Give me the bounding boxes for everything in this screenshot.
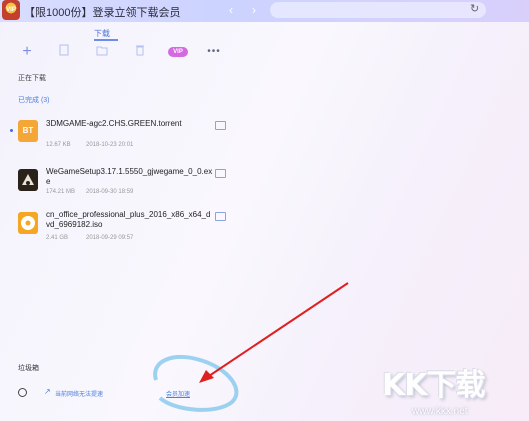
trash-icon bbox=[136, 45, 144, 56]
tab-download[interactable]: 下载 bbox=[94, 28, 110, 39]
toolbar: + VIP ••• bbox=[0, 44, 252, 62]
file-name: WeGameSetup3.17.1.5550_gjwegame_0_0.exe bbox=[46, 167, 213, 186]
download-panel: 下载 + VIP ••• 正在下载 已完成 (3) BT 3DMGAME-agc… bbox=[0, 22, 252, 421]
bt-icon: BT bbox=[18, 120, 38, 142]
download-manager-window: VIP 【限1000份】登录立领下载会员 ‹ › ↻ 下载 + VIP ••• … bbox=[0, 0, 529, 421]
file-name: cn_office_professional_plus_2016_x86_x64… bbox=[46, 210, 211, 229]
open-file-button[interactable] bbox=[58, 44, 70, 60]
address-bar[interactable] bbox=[270, 2, 486, 18]
forward-arrow-icon[interactable]: › bbox=[252, 3, 262, 17]
file-date: 2018-09-29 09:57 bbox=[86, 235, 134, 241]
more-options-icon[interactable]: ••• bbox=[206, 44, 222, 60]
wegame-icon bbox=[18, 169, 38, 191]
watermark-logo: KK下载 bbox=[382, 368, 485, 403]
add-task-button[interactable]: + bbox=[20, 44, 34, 60]
downloading-section-label[interactable]: 正在下载 bbox=[18, 73, 46, 83]
vip-button[interactable]: VIP bbox=[168, 47, 188, 57]
watermark-url: www.kkx.net bbox=[412, 406, 468, 417]
file-date: 2018-09-30 18:59 bbox=[86, 189, 134, 195]
file-size: 12.67 KB bbox=[46, 142, 71, 148]
network-status: 当前网络无法提速 bbox=[55, 392, 104, 398]
back-arrow-icon[interactable]: ‹ bbox=[229, 3, 239, 17]
list-item[interactable]: WeGameSetup3.17.1.5550_gjwegame_0_0.exe … bbox=[0, 167, 252, 215]
refresh-icon[interactable]: ↻ bbox=[470, 2, 482, 16]
folder-icon bbox=[96, 46, 108, 56]
iso-disc-icon bbox=[18, 212, 38, 234]
open-folder-button[interactable] bbox=[95, 44, 109, 60]
tab-underline bbox=[94, 39, 118, 41]
clock-icon[interactable] bbox=[18, 388, 27, 397]
open-folder-icon[interactable] bbox=[215, 169, 226, 178]
title-bar: VIP 【限1000份】登录立领下载会员 ‹ › ↻ bbox=[0, 0, 529, 22]
file-size: 2.41 GB bbox=[46, 235, 69, 241]
list-item[interactable]: cn_office_professional_plus_2016_x86_x64… bbox=[0, 210, 252, 258]
vip-speedup-link[interactable]: 会员加速 bbox=[166, 389, 190, 398]
open-folder-icon[interactable] bbox=[215, 212, 226, 221]
file-date: 2018-10-23 20:01 bbox=[86, 142, 134, 148]
app-logo[interactable]: VIP bbox=[2, 0, 20, 20]
completed-section-label[interactable]: 已完成 (3) bbox=[18, 95, 50, 105]
trash-bin-label[interactable]: 垃圾箱 bbox=[18, 363, 39, 373]
list-item[interactable]: BT 3DMGAME-agc2.CHS.GREEN.torrent 12.67 … bbox=[0, 119, 252, 167]
promo-banner[interactable]: 【限1000份】登录立领下载会员 bbox=[24, 4, 180, 20]
delete-button[interactable] bbox=[134, 44, 146, 60]
speed-icon: ↗ bbox=[44, 387, 51, 396]
open-folder-icon[interactable] bbox=[215, 121, 226, 130]
selected-dot-icon bbox=[10, 129, 13, 132]
file-size: 174.21 MB bbox=[46, 189, 76, 195]
file-icon bbox=[59, 44, 69, 56]
file-name: 3DMGAME-agc2.CHS.GREEN.torrent bbox=[46, 119, 182, 128]
